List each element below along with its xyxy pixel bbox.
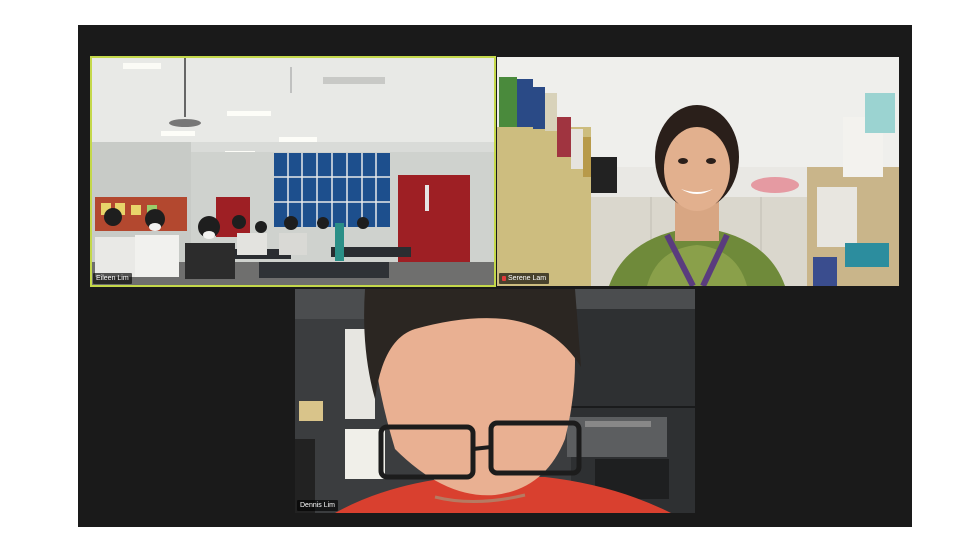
participant-name-tag: Serene Lam (499, 273, 550, 284)
video-tile-dennis-lim[interactable]: Dennis Lim (295, 289, 695, 513)
office-video-feed (497, 57, 899, 286)
classroom-video-feed (91, 57, 495, 286)
video-tile-eileen-lim[interactable]: Eileen Lim (90, 56, 496, 287)
participant-name-tag: Dennis Lim (297, 500, 339, 511)
video-gallery: Eileen Lim Serene Lam Dennis Lim (78, 25, 912, 527)
video-tile-serene-lam[interactable]: Serene Lam (497, 57, 899, 286)
muted-mic-icon (502, 275, 506, 281)
kitchen-video-feed (295, 289, 695, 513)
participant-name-tag: Eileen Lim (93, 273, 132, 284)
